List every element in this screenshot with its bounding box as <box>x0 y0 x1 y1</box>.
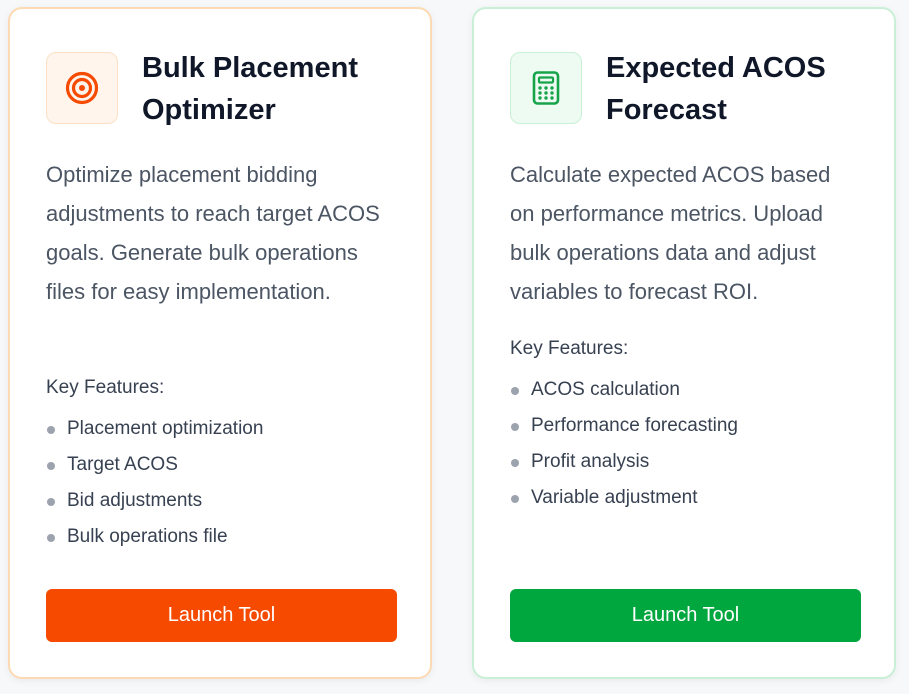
bullet-icon <box>511 495 519 503</box>
card-title: Bulk Placement Optimizer <box>142 52 358 126</box>
target-icon <box>65 71 99 105</box>
feature-text: Target ACOS <box>67 454 178 475</box>
feature-item: ACOS calculation <box>510 378 738 414</box>
features-label: Key Features: <box>510 338 629 359</box>
calculator-icon <box>532 71 560 105</box>
launch-tool-button[interactable]: Launch Tool <box>46 589 397 642</box>
bullet-icon <box>511 387 519 395</box>
feature-text: Placement optimization <box>67 418 264 439</box>
launch-tool-button[interactable]: Launch Tool <box>510 589 861 642</box>
features-label: Key Features: <box>46 377 165 398</box>
feature-text: Bulk operations file <box>67 526 228 547</box>
bullet-icon <box>511 423 519 431</box>
feature-item: Bulk operations file <box>46 525 263 561</box>
feature-text: Performance forecasting <box>531 415 738 436</box>
icon-container <box>510 52 582 124</box>
bullet-icon <box>47 534 55 542</box>
feature-item: Placement optimization <box>46 417 263 453</box>
feature-item: Variable adjustment <box>510 486 738 522</box>
feature-item: Bid adjustments <box>46 489 263 525</box>
feature-text: Profit analysis <box>531 451 650 472</box>
feature-text: Variable adjustment <box>531 487 698 508</box>
feature-text: ACOS calculation <box>531 379 680 400</box>
tool-card-bulk-placement-optimizer: Bulk Placement Optimizer Optimize placem… <box>8 7 432 679</box>
bullet-icon <box>47 498 55 506</box>
feature-item: Target ACOS <box>46 453 263 489</box>
features-list: Placement optimization Target ACOS Bid a… <box>46 417 263 561</box>
feature-item: Profit analysis <box>510 450 738 486</box>
bullet-icon <box>47 426 55 434</box>
icon-container <box>46 52 118 124</box>
bullet-icon <box>511 459 519 467</box>
card-title: Expected ACOS Forecast <box>606 52 826 126</box>
feature-text: Bid adjustments <box>67 490 203 511</box>
tool-card-expected-acos-forecast: Expected ACOS Forecast Calculate expecte… <box>472 7 896 679</box>
card-description: Calculate expected ACOS based on perform… <box>510 162 831 304</box>
features-list: ACOS calculation Performance forecasting… <box>510 378 738 522</box>
bullet-icon <box>47 462 55 470</box>
feature-item: Performance forecasting <box>510 414 738 450</box>
card-description: Optimize placement bidding adjustments t… <box>46 162 380 304</box>
